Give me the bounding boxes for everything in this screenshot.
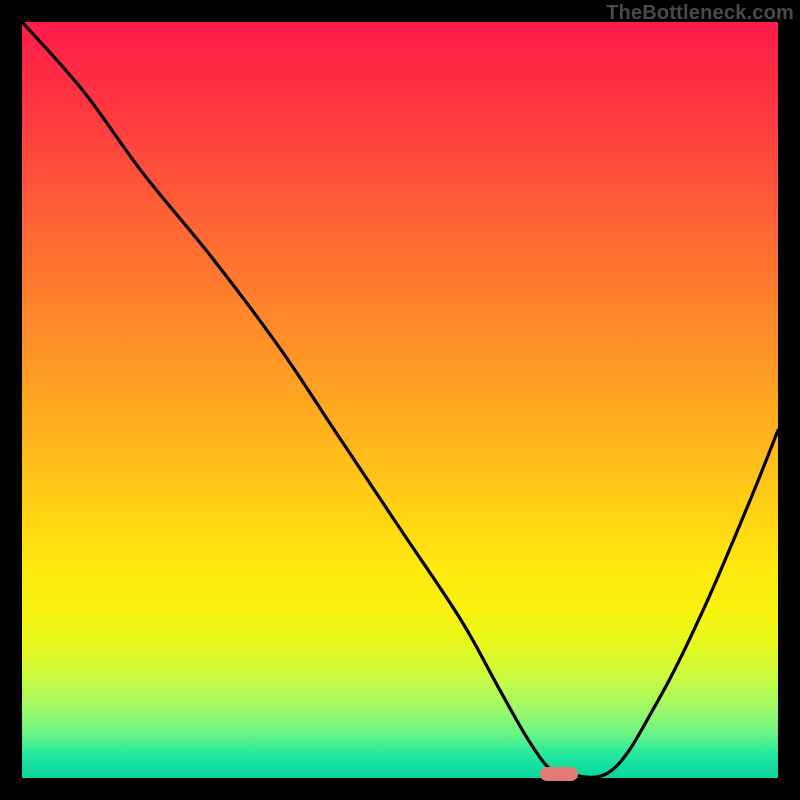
plot-area (22, 22, 778, 778)
minimum-marker (540, 767, 578, 781)
chart-frame: TheBottleneck.com (0, 0, 800, 800)
bottleneck-curve (22, 22, 778, 778)
